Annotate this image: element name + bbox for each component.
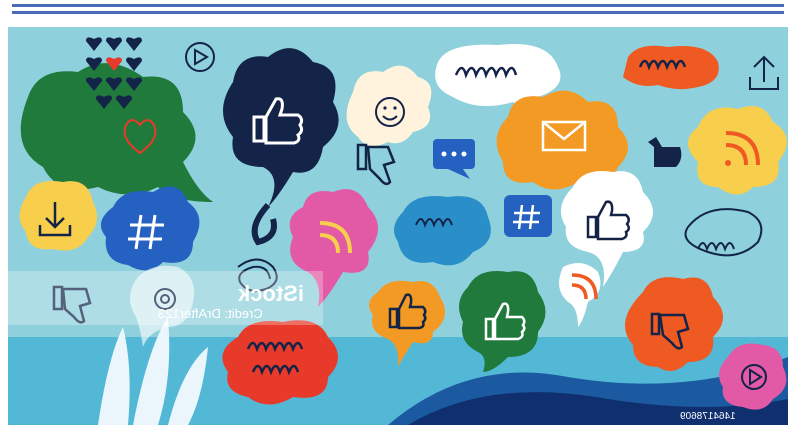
orange-top-bubble <box>623 45 719 90</box>
watermark-title: iStock <box>238 281 305 306</box>
watermark-credit: Credit: DrAfter123 <box>158 306 263 321</box>
illustration: iStock Credit: DrAfter123 1464178609 <box>8 27 788 425</box>
image-id: 1464178609 <box>680 411 736 422</box>
top-rule-second <box>12 11 784 14</box>
top-rule <box>12 4 784 7</box>
social-media-collage <box>8 27 788 425</box>
hashtag-square <box>504 195 552 237</box>
yellow-small-cloud <box>19 181 97 251</box>
